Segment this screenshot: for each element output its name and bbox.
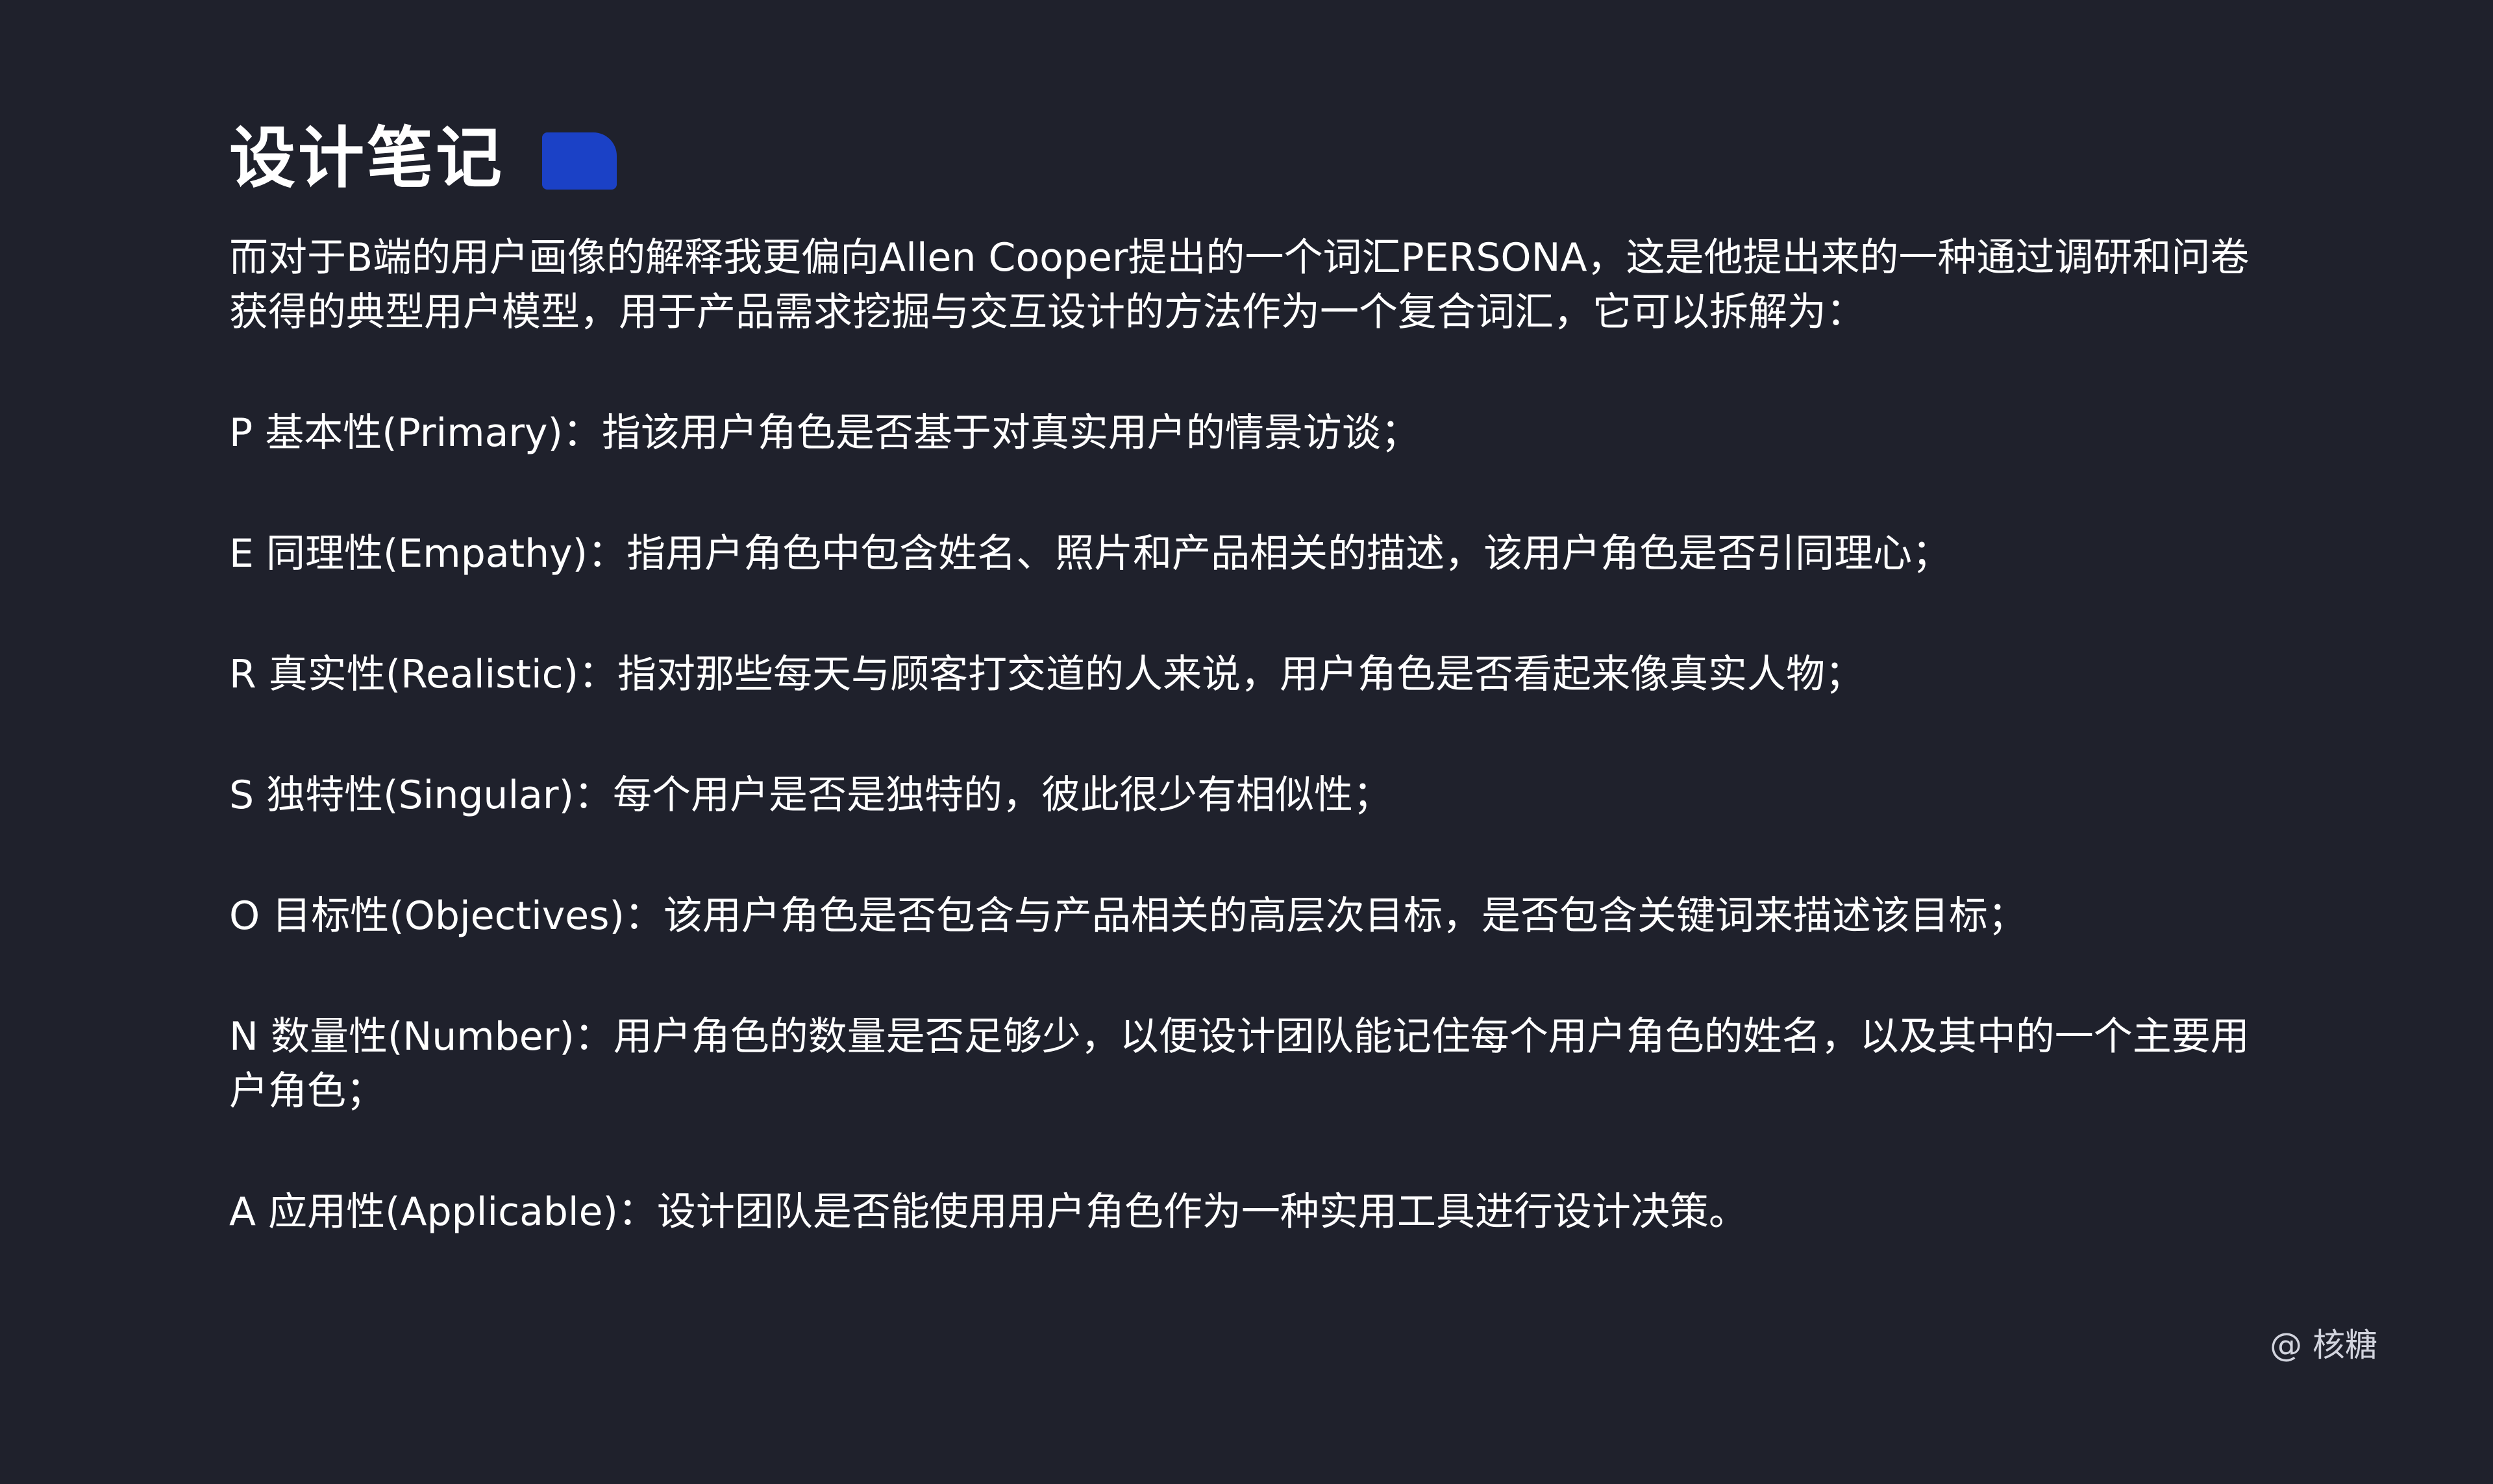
author-credit: @ 核糖 (2270, 1326, 2377, 1364)
note-body: 而对于B端的用户画像的解释我更偏向Allen Cooper提出的一个词汇PERS… (229, 230, 2274, 1239)
intro-paragraph: 而对于B端的用户画像的解释我更偏向Allen Cooper提出的一个词汇PERS… (229, 235, 2250, 335)
persona-item-objectives: O 目标性(Objectives)：该用户角色是否包含与产品相关的高层次目标，是… (229, 893, 2027, 939)
persona-item-empathy: E 同理性(Empathy)：指用户角色中包含姓名、照片和产品相关的描述，该用户… (229, 531, 1952, 576)
persona-item-singular: S 独特性(Singular)：每个用户是否是独特的，彼此很少有相似性； (229, 773, 1392, 818)
persona-item-primary: P 基本性(Primary)：指该用户角色是否基于对真实用户的情景访谈； (229, 410, 1420, 456)
persona-item-applicable: A 应用性(Applicable)：设计团队是否能使用用户角色作为一种实用工具进… (229, 1189, 1748, 1235)
persona-item-realistic: R 真实性(Realistic)：指对那些每天与顾客打交道的人来说，用户角色是否… (229, 652, 1865, 697)
persona-item-number: N 数量性(Number)：用户角色的数量是否足够少，以便设计团队能记住每个用户… (229, 1014, 2250, 1114)
accent-badge (542, 132, 617, 190)
page-title: 设计笔记 (229, 120, 504, 197)
note-header: 设计笔记 (229, 120, 617, 198)
